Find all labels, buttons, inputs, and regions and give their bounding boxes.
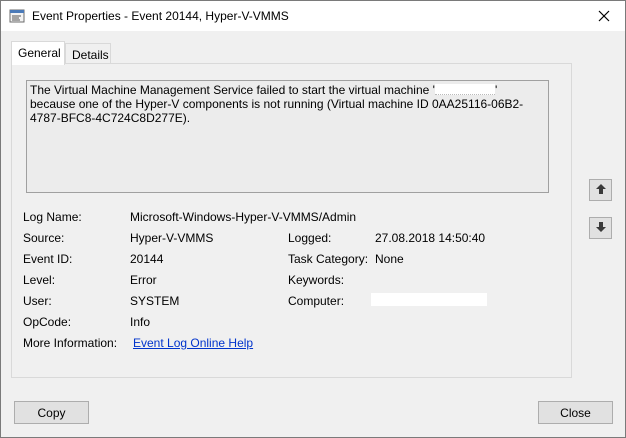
- task-category-value: None: [375, 252, 404, 266]
- next-event-button[interactable]: [589, 217, 612, 239]
- event-properties-window: Event Properties - Event 20144, Hyper-V-…: [0, 0, 626, 438]
- close-button-label: Close: [560, 405, 591, 420]
- source-value: Hyper-V-VMMS: [130, 231, 214, 245]
- more-info-label: More Information:: [23, 336, 118, 350]
- previous-event-button[interactable]: [589, 179, 612, 201]
- tab-general-label: General: [18, 46, 61, 60]
- tab-general[interactable]: General: [11, 41, 65, 65]
- title-bar[interactable]: Event Properties - Event 20144, Hyper-V-…: [1, 1, 625, 31]
- logged-value: 27.08.2018 14:50:40: [375, 231, 486, 245]
- opcode-value: Info: [130, 315, 151, 329]
- keywords-label: Keywords:: [288, 273, 345, 287]
- event-id-value: 20144: [130, 252, 164, 266]
- tab-details[interactable]: Details: [65, 43, 111, 64]
- event-id-label: Event ID:: [23, 252, 73, 266]
- task-category-label: Task Category:: [288, 252, 369, 266]
- log-name-value: Microsoft-Windows-Hyper-V-VMMS/Admin: [130, 210, 357, 224]
- event-description[interactable]: The Virtual Machine Management Service f…: [26, 80, 549, 193]
- level-label: Level:: [23, 273, 56, 287]
- user-label: User:: [23, 294, 52, 308]
- redacted-vm-name: [434, 84, 495, 95]
- log-name-label: Log Name:: [23, 210, 82, 224]
- logged-label: Logged:: [288, 231, 332, 245]
- source-label: Source:: [23, 231, 65, 245]
- copy-button[interactable]: Copy: [14, 401, 89, 424]
- user-value: SYSTEM: [130, 294, 180, 308]
- tab-details-label: Details: [72, 48, 109, 62]
- copy-button-label: Copy: [37, 405, 66, 420]
- redacted-computer-value: [371, 293, 487, 306]
- close-button[interactable]: Close: [538, 401, 613, 424]
- window-title: Event Properties - Event 20144, Hyper-V-…: [32, 9, 289, 23]
- arrow-down-icon: [595, 221, 607, 236]
- event-viewer-icon: [9, 8, 25, 24]
- level-value: Error: [130, 273, 157, 287]
- description-text-1: The Virtual Machine Management Service f…: [30, 83, 435, 97]
- arrow-up-icon: [595, 183, 607, 198]
- general-tab-panel: The Virtual Machine Management Service f…: [11, 63, 572, 378]
- event-log-online-help-link[interactable]: Event Log Online Help: [133, 336, 253, 350]
- opcode-label: OpCode:: [23, 315, 72, 329]
- computer-label: Computer:: [288, 294, 345, 308]
- close-icon[interactable]: [589, 3, 619, 29]
